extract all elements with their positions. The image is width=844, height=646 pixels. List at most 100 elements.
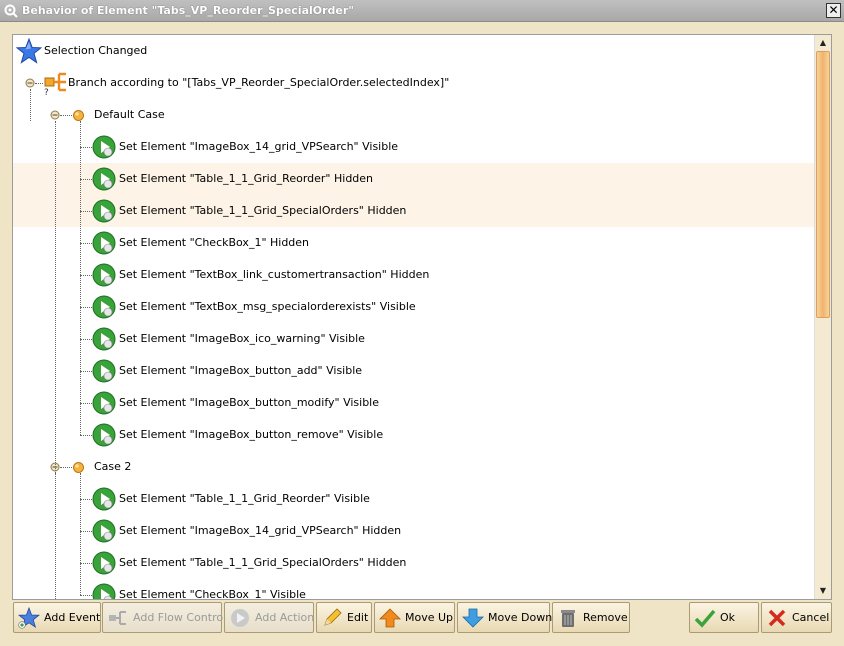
node-label: Set Element "Table_1_1_Grid_Reorder" Vis… (119, 492, 370, 505)
tree-connector (80, 371, 92, 372)
move-down-button[interactable]: Move Down (457, 602, 553, 633)
event-node[interactable]: Selection Changed (13, 35, 814, 67)
play-action-icon (92, 391, 116, 415)
ok-label: Ok (720, 611, 736, 624)
tree-connector (80, 595, 92, 596)
tree-connector (80, 179, 92, 180)
case-node[interactable]: Default Case (13, 99, 814, 131)
window-title: Behavior of Element "Tabs_VP_Reorder_Spe… (22, 4, 355, 17)
add-flow-control-button[interactable]: Add Flow Control (102, 602, 226, 633)
play-action-icon (92, 231, 116, 255)
remove-label: Remove (583, 611, 628, 624)
move-up-button[interactable]: Move Up (374, 602, 455, 633)
move-down-label: Move Down (488, 611, 553, 624)
play-action-icon (92, 135, 116, 159)
case-node[interactable]: Case 2 (13, 451, 814, 483)
scroll-down-button[interactable]: ▼ (815, 583, 831, 599)
add-event-button[interactable]: Add Event (13, 602, 101, 633)
branch-node[interactable]: ? Branch according to "[Tabs_VP_Reorder_S… (13, 67, 814, 99)
action-node[interactable]: Set Element "ImageBox_button_remove" Vis… (13, 419, 814, 451)
tree-connector (60, 467, 72, 468)
action-icon (231, 608, 249, 627)
play-action-icon (92, 295, 116, 319)
trash-icon (561, 609, 575, 627)
node-label: Set Element "ImageBox_14_grid_VPSearch" … (119, 140, 399, 153)
play-action-icon (92, 263, 116, 287)
tree-connector (80, 147, 92, 148)
arrow-up-icon (379, 607, 401, 627)
add-action-label: Add Action (255, 611, 315, 624)
tree-connector (80, 473, 81, 595)
action-node[interactable]: Set Element "TextBox_link_customertransa… (13, 259, 814, 291)
node-label: Set Element "Table_1_1_Grid_SpecialOrder… (119, 556, 407, 569)
tree-connector (80, 243, 92, 244)
action-node[interactable]: Set Element "ImageBox_14_grid_VPSearch" … (13, 131, 814, 163)
move-up-label: Move Up (405, 611, 454, 624)
tree-connector (80, 211, 92, 212)
tree-connector (55, 121, 56, 479)
remove-button[interactable]: Remove (552, 602, 630, 633)
edit-button[interactable]: Edit (316, 602, 372, 633)
tree-connector (80, 435, 92, 436)
cancel-button[interactable]: Cancel (761, 602, 832, 633)
action-node[interactable]: Set Element "ImageBox_button_modify" Vis… (13, 387, 814, 419)
action-node[interactable]: Set Element "CheckBox_1" Visible (13, 579, 814, 600)
star-add-icon (18, 606, 40, 629)
tree-connector (60, 115, 72, 116)
ok-button[interactable]: Ok (689, 602, 759, 633)
action-node[interactable]: Set Element "ImageBox_14_grid_VPSearch" … (13, 515, 814, 547)
case-bullet-icon (73, 110, 84, 121)
action-node[interactable]: Set Element "ImageBox_button_add" Visibl… (13, 355, 814, 387)
tree-connector (80, 307, 92, 308)
tree-connector (35, 83, 43, 84)
node-label: Branch according to "[Tabs_VP_Reorder_Sp… (68, 76, 450, 89)
node-label: Set Element "Table_1_1_Grid_SpecialOrder… (119, 204, 407, 217)
play-action-icon (92, 423, 116, 447)
tree-connector (80, 339, 92, 340)
add-event-label: Add Event (44, 611, 101, 624)
action-node[interactable]: Set Element "Table_1_1_Grid_SpecialOrder… (13, 195, 814, 227)
behavior-tree[interactable]: ▲ ▼ Selection Changed? Branch according t… (12, 34, 832, 600)
tree-connector (80, 121, 81, 435)
node-label: Set Element "ImageBox_ico_warning" Visib… (119, 332, 365, 345)
action-node[interactable]: Set Element "Table_1_1_Grid_Reorder" Hid… (13, 163, 814, 195)
scroll-up-button[interactable]: ▲ (815, 35, 831, 51)
node-label: Case 2 (94, 460, 132, 473)
node-label: Default Case (94, 108, 165, 121)
action-node[interactable]: Set Element "CheckBox_1" Hidden (13, 227, 814, 259)
node-label: Set Element "TextBox_link_customertransa… (119, 268, 430, 281)
play-action-icon (92, 199, 116, 223)
toolbar: Add Event Add Flow Control Add Action Ed… (0, 600, 844, 646)
tree-connector (80, 403, 92, 404)
svg-text:?: ? (44, 88, 49, 95)
node-label: Set Element "Table_1_1_Grid_Reorder" Hid… (119, 172, 374, 185)
close-button[interactable]: ✕ (826, 3, 841, 18)
play-action-icon (92, 583, 116, 599)
play-action-icon (92, 359, 116, 383)
node-label: Set Element "CheckBox_1" Hidden (119, 236, 310, 249)
window-titlebar: Behavior of Element "Tabs_VP_Reorder_Spe… (0, 0, 844, 22)
scroll-thumb[interactable] (816, 51, 830, 318)
branch-icon: ? (44, 72, 66, 95)
app-gear-icon (4, 4, 18, 18)
collapse-toggle-icon[interactable] (50, 110, 60, 120)
play-action-icon (92, 167, 116, 191)
action-node[interactable]: Set Element "TextBox_msg_specialorderexi… (13, 291, 814, 323)
node-label: Set Element "TextBox_msg_specialorderexi… (119, 300, 416, 313)
collapse-toggle-icon[interactable] (25, 78, 35, 88)
star-icon (16, 38, 42, 64)
cross-icon (768, 609, 786, 626)
action-node[interactable]: Set Element "Table_1_1_Grid_SpecialOrder… (13, 547, 814, 579)
add-flow-control-label: Add Flow Control (133, 611, 227, 624)
action-node[interactable]: Set Element "ImageBox_ico_warning" Visib… (13, 323, 814, 355)
tree-connector (80, 531, 92, 532)
action-node[interactable]: Set Element "Table_1_1_Grid_Reorder" Vis… (13, 483, 814, 515)
play-action-icon (92, 551, 116, 575)
node-label: Set Element "CheckBox_1" Visible (119, 588, 306, 600)
pencil-icon (324, 607, 342, 626)
add-action-button[interactable]: Add Action (224, 602, 314, 633)
play-action-icon (92, 519, 116, 543)
flow-control-icon (109, 610, 126, 625)
node-label: Set Element "ImageBox_button_remove" Vis… (119, 428, 384, 441)
vertical-scrollbar[interactable]: ▲ ▼ (814, 35, 831, 599)
